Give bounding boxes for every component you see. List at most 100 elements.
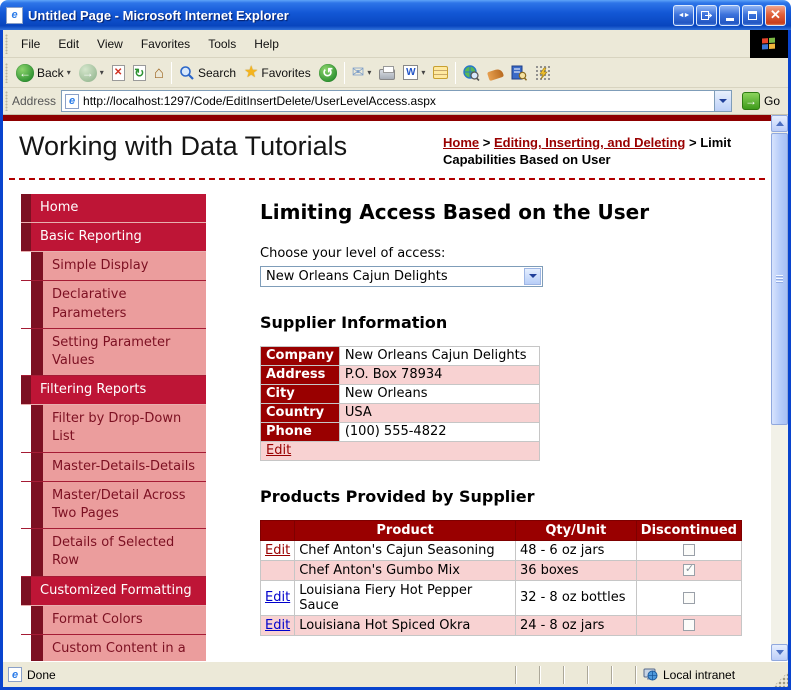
- minimize-button[interactable]: [719, 4, 740, 26]
- sidebar-item-details-of-selected-row[interactable]: Details of Selected Row: [21, 529, 206, 577]
- sidebar-item-format-colors[interactable]: Format Colors: [21, 605, 206, 635]
- forward-dropdown-icon[interactable]: ▾: [100, 68, 104, 77]
- menu-edit[interactable]: Edit: [49, 33, 88, 55]
- addressbar-grip[interactable]: [5, 91, 8, 111]
- nav-strip: [31, 605, 43, 634]
- popout-icon: [701, 10, 712, 20]
- status-panel: [515, 665, 539, 684]
- scrollbar-thumb[interactable]: [771, 133, 788, 425]
- minimize-icon: [725, 18, 734, 21]
- product-edit-link[interactable]: Edit: [265, 590, 290, 605]
- supplier-edit-row: Edit: [260, 440, 540, 461]
- product-qty-cell: 24 - 8 oz jars: [514, 614, 637, 636]
- title-bar[interactable]: e Untitled Page - Microsoft Internet Exp…: [0, 0, 791, 30]
- home-button[interactable]: ⌂: [150, 62, 168, 83]
- product-edit-link[interactable]: Edit: [265, 543, 290, 558]
- nav-indent: [21, 328, 31, 376]
- history-button[interactable]: ↺: [315, 62, 341, 84]
- nav-strip: [31, 252, 43, 281]
- edit-dropdown-icon[interactable]: ▾: [421, 68, 425, 77]
- sidebar-item-master-detail-across-two-pages[interactable]: Master/Detail Across Two Pages: [21, 481, 206, 530]
- product-discontinued-cell: [635, 579, 743, 616]
- menubar-grip[interactable]: [5, 33, 8, 54]
- product-name-cell: Chef Anton's Gumbo Mix: [294, 559, 516, 581]
- scroll-up-button[interactable]: [771, 115, 788, 132]
- product-qty-cell: 32 - 8 oz bottles: [514, 579, 637, 616]
- breadcrumb-link[interactable]: Editing, Inserting, and Deleting: [494, 135, 685, 150]
- refresh-icon: ↻: [132, 64, 146, 81]
- close-button[interactable]: ✕: [765, 4, 786, 26]
- web-search-button[interactable]: [459, 63, 484, 83]
- sidebar-item-master-details-details[interactable]: Master-Details-Details: [21, 452, 206, 482]
- menu-tools[interactable]: Tools: [199, 33, 245, 55]
- vertical-scrollbar[interactable]: [771, 115, 788, 661]
- supplier-row: Country USA: [260, 402, 540, 423]
- discontinued-checkbox[interactable]: [682, 544, 695, 557]
- menu-view[interactable]: View: [88, 33, 132, 55]
- resize-grip[interactable]: [773, 672, 788, 687]
- toolbar-grip[interactable]: [5, 62, 8, 83]
- sidebar-item-basic-reporting[interactable]: Basic Reporting: [21, 222, 206, 253]
- favorites-button[interactable]: ★ Favorites: [240, 63, 315, 83]
- sidebar-item-simple-display[interactable]: Simple Display: [21, 252, 206, 282]
- sidebar-item-filter-by-drop-down-list[interactable]: Filter by Drop-Down List: [21, 405, 206, 453]
- discuss-button[interactable]: [429, 64, 452, 81]
- chevron-up-icon: [775, 121, 784, 126]
- window-popout-button[interactable]: [696, 4, 717, 26]
- discontinued-checkbox[interactable]: [682, 562, 695, 577]
- nav-indent: [21, 452, 31, 481]
- grid-lightning-icon: [535, 64, 552, 81]
- maximize-button[interactable]: [742, 4, 763, 26]
- status-panel: [563, 665, 587, 684]
- window-arrows-button[interactable]: ◄►: [673, 4, 694, 26]
- mail-button[interactable]: ✉ ▾: [348, 63, 376, 82]
- back-icon: ←: [16, 63, 34, 82]
- edit-word-button[interactable]: W ▾: [399, 63, 429, 82]
- nav-indent: [21, 529, 31, 576]
- ie-logo-icon: e: [6, 6, 23, 24]
- sidebar-item-label: Home: [31, 193, 206, 222]
- back-label: Back: [37, 65, 64, 80]
- back-dropdown-icon[interactable]: ▾: [67, 68, 71, 77]
- sidebar-item-declarative-parameters[interactable]: Declarative Parameters: [21, 281, 206, 329]
- favorites-label: Favorites: [261, 65, 311, 80]
- go-button[interactable]: → Go: [738, 91, 784, 111]
- menu-help[interactable]: Help: [245, 33, 288, 55]
- supplier-edit-link[interactable]: Edit: [266, 443, 291, 458]
- search-label: Search: [198, 65, 237, 80]
- access-level-select[interactable]: New Orleans Cajun Delights: [260, 265, 543, 287]
- search-button[interactable]: Search: [175, 63, 240, 83]
- select-dropdown-button[interactable]: [524, 267, 541, 285]
- forward-icon: →: [78, 63, 97, 82]
- browser-viewport: Working with Data Tutorials Home > Editi…: [3, 115, 788, 661]
- word-icon: W: [403, 65, 419, 80]
- hand-pen-button[interactable]: [484, 64, 507, 82]
- address-field[interactable]: e http://localhost:1297/Code/EditInsertD…: [61, 90, 732, 112]
- research-button[interactable]: [507, 63, 531, 83]
- discontinued-checkbox[interactable]: [682, 619, 695, 632]
- menu-favorites[interactable]: Favorites: [132, 33, 199, 55]
- address-url[interactable]: http://localhost:1297/Code/EditInsertDel…: [83, 94, 714, 108]
- nav-indent: [21, 281, 31, 328]
- address-dropdown-button[interactable]: [713, 91, 731, 111]
- sidebar-item-home[interactable]: Home: [21, 193, 206, 223]
- sidebar-item-customized-formatting[interactable]: Customized Formatting: [21, 576, 206, 606]
- sidebar-item-filtering-reports[interactable]: Filtering Reports: [21, 376, 206, 406]
- stop-button[interactable]: ✕: [108, 63, 129, 83]
- print-button[interactable]: [375, 63, 399, 82]
- forward-button[interactable]: → ▾: [75, 62, 108, 84]
- menu-file[interactable]: File: [12, 33, 49, 55]
- mail-dropdown-icon[interactable]: ▾: [367, 68, 371, 77]
- back-button[interactable]: ← Back ▾: [12, 62, 75, 84]
- product-discontinued-cell: [635, 559, 743, 581]
- security-zone-panel: Local intranet: [635, 665, 773, 684]
- sidebar-item-setting-parameter-values[interactable]: Setting Parameter Values: [21, 328, 206, 377]
- discontinued-checkbox[interactable]: [682, 591, 695, 604]
- toolbar-separator: [171, 61, 172, 84]
- refresh-button[interactable]: ↻: [129, 63, 150, 83]
- breadcrumb-link[interactable]: Home: [443, 135, 479, 150]
- messenger-grid-button[interactable]: [531, 63, 555, 83]
- product-edit-link[interactable]: Edit: [265, 618, 290, 633]
- scroll-down-button[interactable]: [771, 644, 788, 661]
- sidebar-item-custom-content-in-a[interactable]: Custom Content in a: [21, 634, 206, 661]
